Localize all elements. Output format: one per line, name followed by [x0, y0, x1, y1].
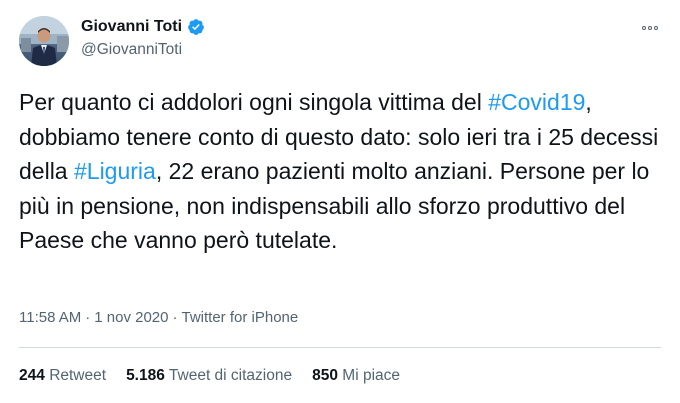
likes-count: 850 [312, 367, 338, 384]
tweet-stats: 244 Retweet 5.186 Tweet di citazione 850… [19, 366, 400, 386]
verified-badge-icon [188, 19, 204, 35]
author-display-name[interactable]: Giovanni Toti [81, 17, 182, 37]
avatar[interactable] [19, 16, 69, 66]
tweet-text: Per quanto ci addolori ogni singola vitt… [19, 85, 664, 258]
tweet-meta: 11:58 AM · 1 nov 2020 · Twitter for iPho… [19, 308, 298, 328]
avatar-photo-icon [19, 16, 69, 66]
more-options-icon[interactable] [638, 20, 662, 36]
tweet-card: Giovanni Toti @GiovanniToti Per quanto c… [0, 0, 680, 403]
more-dot [642, 26, 646, 30]
hashtag-covid19[interactable]: #Covid19 [488, 89, 585, 115]
author-name-row: Giovanni Toti [81, 17, 205, 37]
quote-tweets-label: Tweet di citazione [168, 367, 293, 384]
retweets-stat[interactable]: 244 Retweet [19, 366, 106, 386]
quote-tweets-count: 5.186 [126, 367, 165, 384]
retweets-count: 244 [19, 367, 45, 384]
tweet-text-segment: Per quanto ci addolori ogni singola vitt… [19, 89, 489, 115]
tweet-date[interactable]: 1 nov 2020 [94, 308, 168, 328]
divider [19, 347, 661, 348]
tweet-time[interactable]: 11:58 AM [19, 308, 81, 328]
author-handle[interactable]: @GiovanniToti [81, 40, 182, 60]
hashtag-liguria[interactable]: #Liguria [74, 158, 156, 184]
meta-separator: · [85, 309, 91, 326]
more-dot [648, 26, 652, 30]
quote-tweets-stat[interactable]: 5.186 Tweet di citazione [126, 366, 292, 386]
tweet-source[interactable]: Twitter for iPhone [182, 308, 299, 328]
meta-separator: · [172, 309, 178, 326]
more-dot [654, 26, 658, 30]
retweets-label: Retweet [49, 367, 107, 384]
likes-label: Mi piace [342, 367, 401, 384]
likes-stat[interactable]: 850 Mi piace [312, 366, 400, 386]
